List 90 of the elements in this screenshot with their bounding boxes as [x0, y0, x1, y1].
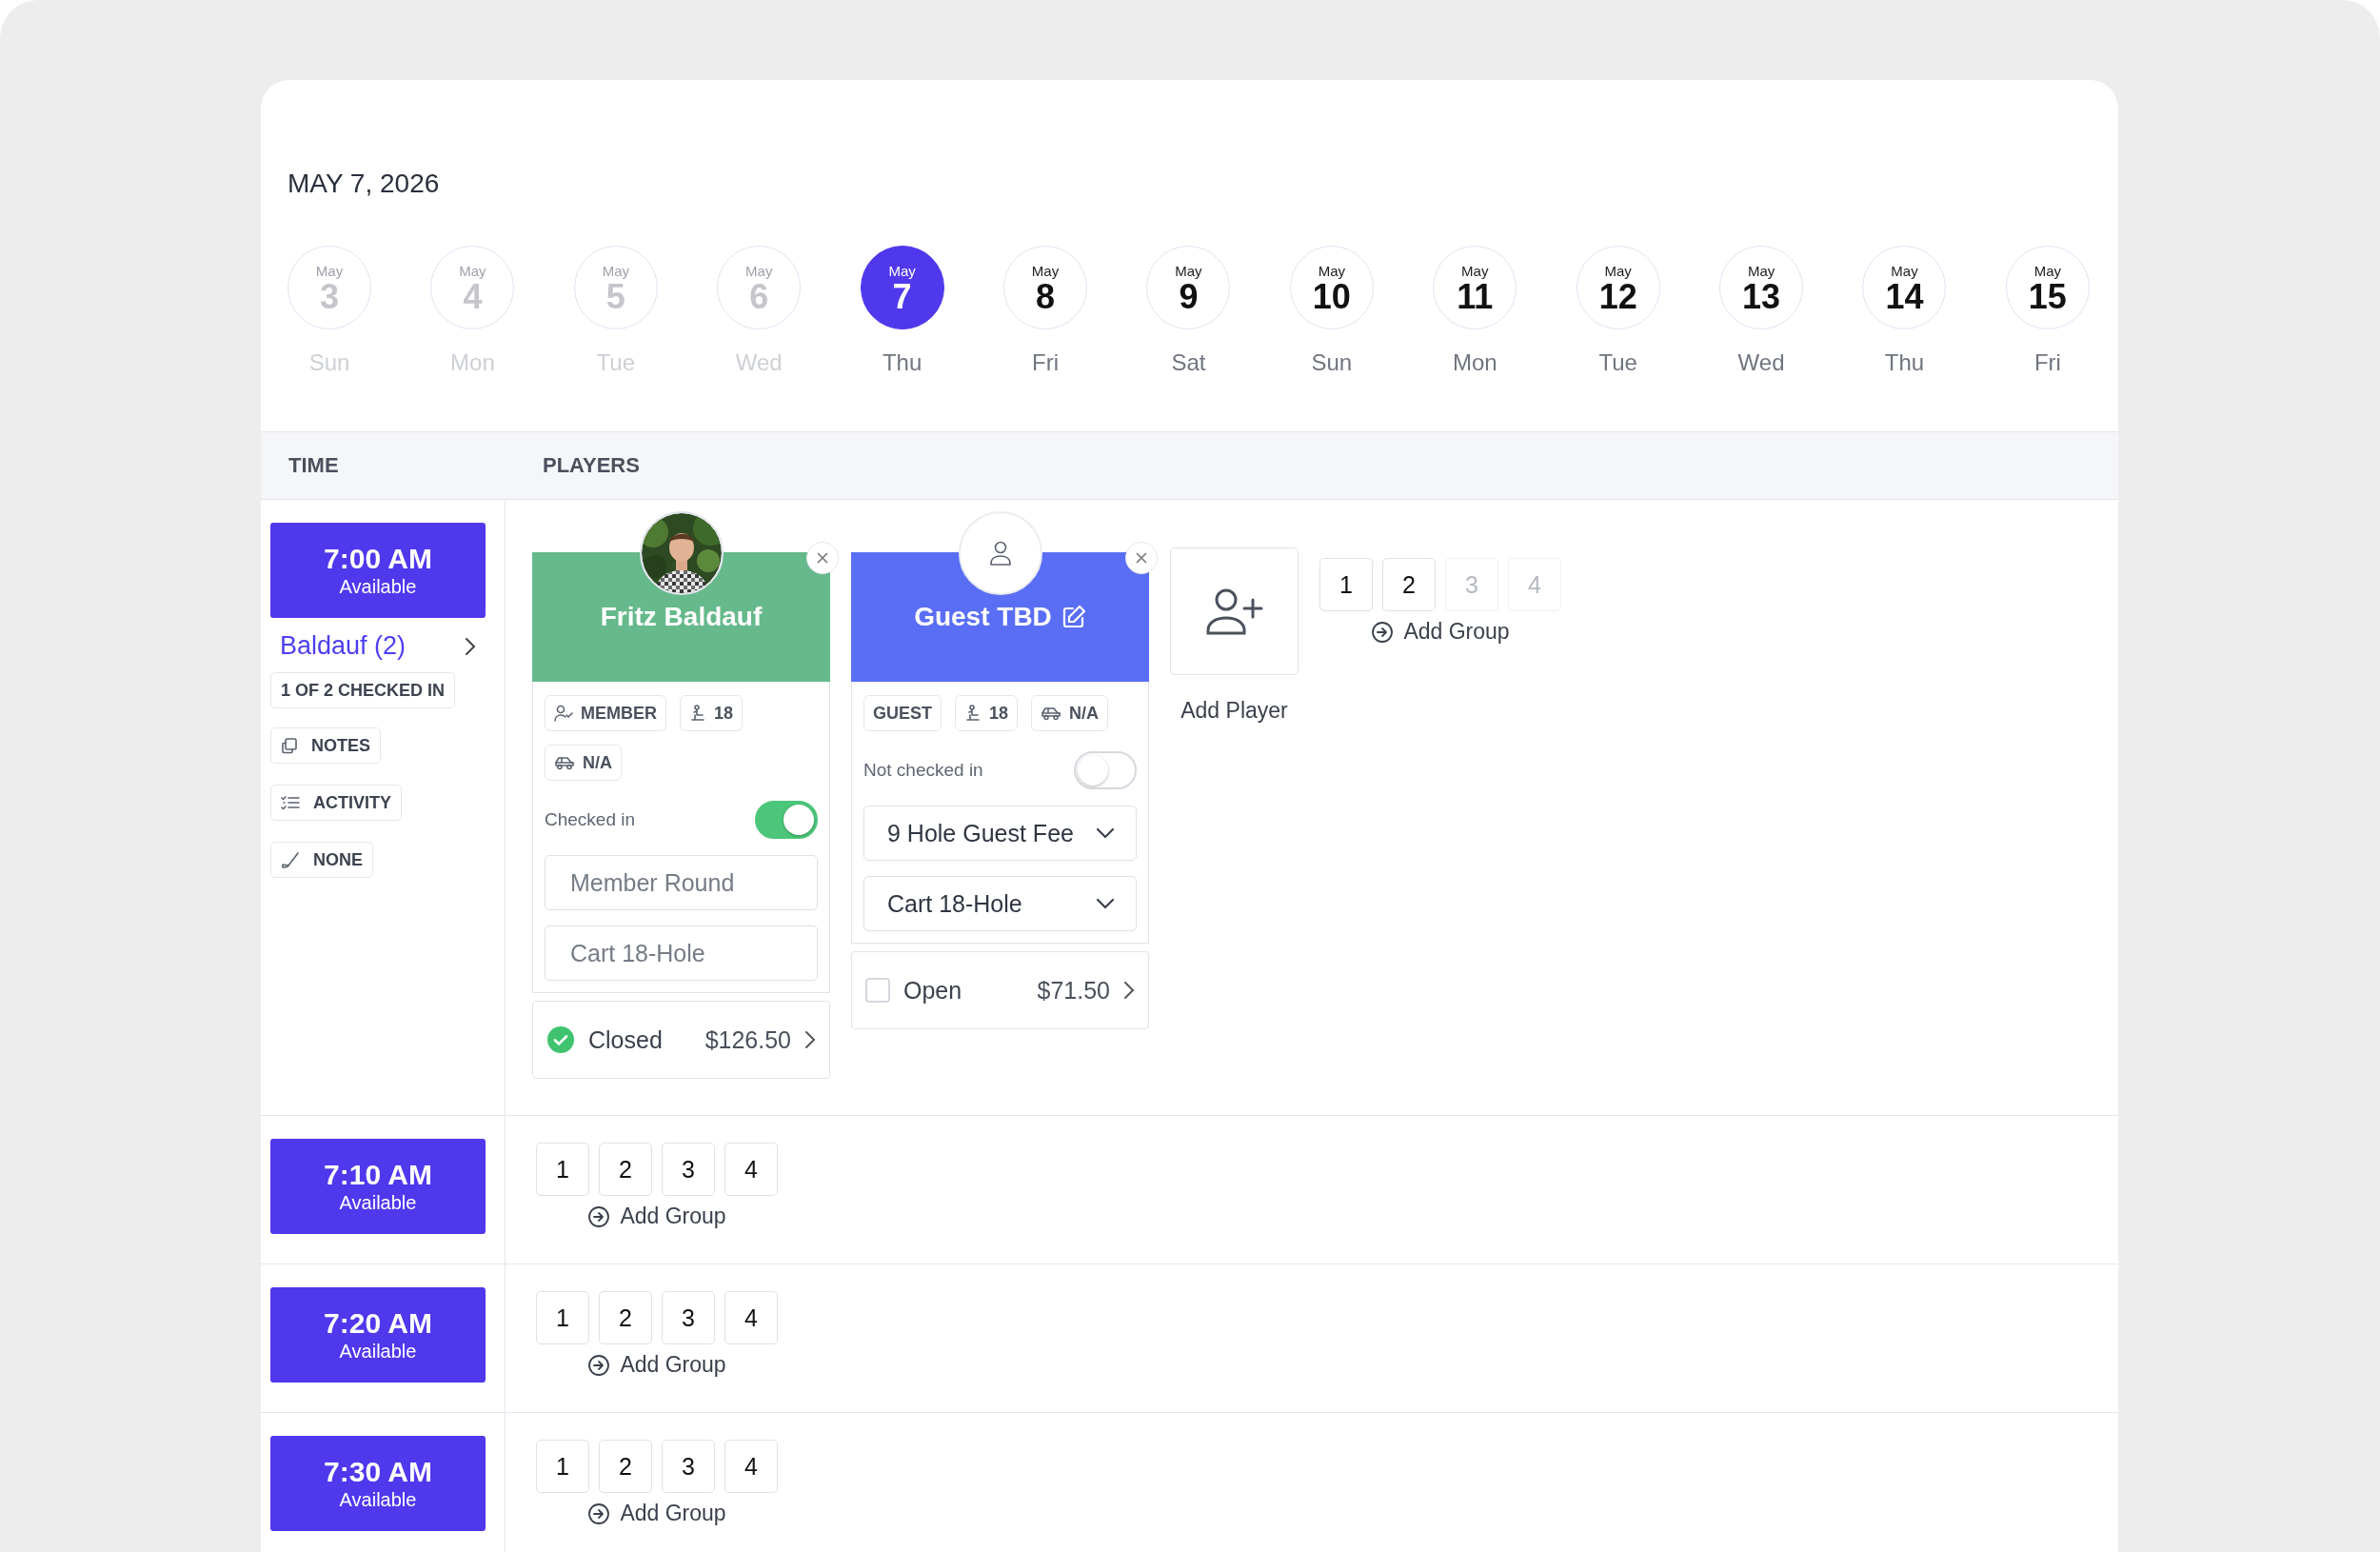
activity-button[interactable]: ACTIVITY [270, 785, 402, 821]
add-group-link[interactable]: Add Group [587, 1501, 726, 1526]
player-tag: GUEST [863, 695, 942, 731]
date-title: MAY 7, 2026 [288, 168, 440, 200]
player-tag: 18 [955, 695, 1019, 731]
chevron-right-icon [804, 1030, 816, 1049]
column-header: TIME [288, 453, 339, 477]
golfer-icon [689, 705, 706, 722]
arrow-circle-icon [587, 1502, 611, 1525]
group-size-button[interactable]: 2 [599, 1440, 652, 1493]
weekday-label: Thu [882, 349, 922, 376]
check-in-summary-badge: 1 OF 2 CHECKED IN [270, 672, 456, 708]
close-icon [1135, 551, 1148, 565]
date-button[interactable]: May 10 [1289, 246, 1374, 329]
date-button[interactable]: May 8 [1003, 246, 1088, 329]
checkbox[interactable] [865, 978, 890, 1003]
weekday-label: Fri [1032, 349, 1059, 376]
weekday-label: Sun [1311, 349, 1353, 376]
select-field[interactable]: Cart 18-Hole [863, 876, 1137, 931]
player-name: Fritz Baldauf [600, 601, 763, 633]
group-name-link[interactable]: Baldauf (2) [270, 631, 486, 661]
weekday-label: Mon [1452, 349, 1497, 376]
chevron-right-icon [1123, 981, 1135, 1000]
toggle-switch[interactable] [755, 801, 818, 839]
close-icon [816, 551, 829, 565]
add-player-button[interactable] [1170, 547, 1299, 675]
stacked-squares-icon [281, 737, 298, 754]
add-group-link[interactable]: Add Group [587, 1352, 726, 1378]
group-size-button[interactable]: 2 [1382, 558, 1436, 611]
chevron-down-icon [1096, 898, 1115, 909]
player-tag: MEMBER [545, 695, 666, 731]
notes-button[interactable]: NOTES [270, 727, 381, 764]
chevron-right-icon [465, 636, 476, 656]
date-button[interactable]: May 14 [1862, 246, 1947, 329]
weekday-label: Tue [1598, 349, 1637, 376]
date-button[interactable]: May 11 [1433, 246, 1517, 329]
check-in-label: Checked in [545, 809, 636, 830]
add-player-label: Add Player [1180, 698, 1288, 724]
date-button[interactable]: May 15 [2005, 246, 2090, 329]
club-button[interactable]: NONE [270, 842, 373, 878]
date-button[interactable]: May 12 [1576, 246, 1660, 329]
tee-time-button[interactable]: 7:30 AM Available [270, 1436, 486, 1531]
group-size-button[interactable]: 1 [536, 1143, 589, 1196]
edit-icon[interactable] [1061, 605, 1086, 629]
arrow-circle-icon [587, 1353, 611, 1377]
group-size-button[interactable]: 4 [724, 1291, 778, 1344]
weekday-label: Thu [1884, 349, 1925, 376]
group-size-button[interactable]: 4 [724, 1440, 778, 1493]
date-button[interactable]: May 13 [1719, 246, 1804, 329]
group-size-button[interactable]: 1 [536, 1291, 589, 1344]
player-name: Guest TBD [914, 601, 1052, 633]
close-button[interactable] [806, 542, 839, 574]
group-size-button[interactable]: 3 [662, 1440, 715, 1493]
cart-icon [1041, 706, 1062, 721]
cart-icon [554, 755, 575, 770]
add-group-link[interactable]: Add Group [1371, 619, 1510, 645]
tee-time-button[interactable]: 7:20 AM Available [270, 1287, 486, 1383]
add-person-icon [1204, 587, 1264, 636]
weekday-label: Wed [1737, 349, 1785, 376]
select-field[interactable]: 9 Hole Guest Fee [863, 806, 1137, 861]
weekday-label: Sat [1171, 349, 1206, 376]
payment-row[interactable]: Closed $126.50 [532, 1001, 830, 1079]
arrow-circle-icon [587, 1204, 611, 1228]
player-tag: N/A [1031, 695, 1109, 731]
person-check-icon [554, 705, 573, 722]
close-button[interactable] [1125, 542, 1158, 574]
add-group-link[interactable]: Add Group [587, 1204, 726, 1229]
group-size-button[interactable]: 1 [1319, 558, 1373, 611]
date-button[interactable]: May 7 [860, 246, 944, 329]
golfer-icon [964, 705, 982, 722]
player-tag: N/A [545, 745, 622, 781]
group-size-button[interactable]: 3 [662, 1143, 715, 1196]
checklist-icon [281, 795, 300, 810]
group-size-button[interactable]: 3 [662, 1291, 715, 1344]
chevron-down-icon [1096, 827, 1115, 839]
golf-club-icon [281, 851, 300, 868]
player-tag: 18 [680, 695, 744, 731]
tee-time-button[interactable]: 7:00 AM Available [270, 523, 486, 618]
tee-time-button[interactable]: 7:10 AM Available [270, 1139, 486, 1234]
arrow-circle-icon [1371, 620, 1395, 644]
group-size-button[interactable]: 2 [599, 1143, 652, 1196]
toggle-switch[interactable] [1074, 751, 1137, 789]
check-in-label: Not checked in [863, 760, 983, 781]
payment-row[interactable]: Open $71.50 [851, 951, 1149, 1029]
group-size-button[interactable]: 1 [536, 1440, 589, 1493]
column-header: PLAYERS [542, 453, 640, 477]
group-size-button[interactable]: 4 [724, 1143, 778, 1196]
date-button[interactable]: May 9 [1146, 246, 1231, 329]
weekday-label: Fri [2033, 349, 2061, 376]
group-size-button[interactable]: 2 [599, 1291, 652, 1344]
